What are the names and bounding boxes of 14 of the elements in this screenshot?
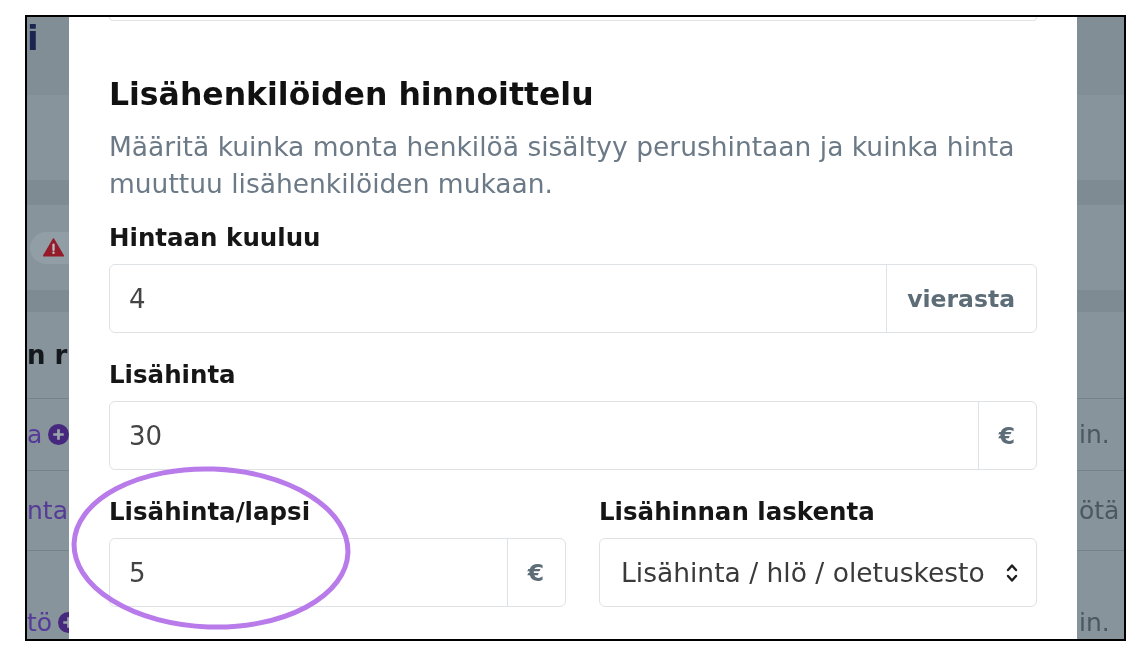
section-heading-fragment: n r bbox=[27, 340, 68, 370]
field-label: Lisähinta bbox=[109, 360, 237, 390]
chevron-up-down-icon bbox=[1006, 561, 1018, 584]
field-label: Lisähinnan laskenta bbox=[599, 497, 876, 527]
dialog-description: Määritä kuinka monta henkilöä sisältyy perushintaan ja kuinka hinta muuttuu lisähenkilöiden mukaan. bbox=[109, 130, 1016, 201]
field-label: Hintaan kuuluu bbox=[109, 223, 322, 253]
field-label: Lisähinta/lapsi bbox=[109, 497, 312, 527]
dropdown-select[interactable]: Lisähinta / hlö / oletuskesto bbox=[599, 538, 1037, 607]
dialog-title: Lisähenkilöiden hinnoittelu bbox=[109, 75, 595, 113]
table-text: in. bbox=[1078, 608, 1110, 638]
warning-icon bbox=[43, 238, 64, 257]
table-text: in. bbox=[1078, 419, 1110, 450]
page-title-fragment: i bbox=[27, 19, 39, 57]
table-text: ötä bbox=[1078, 495, 1120, 526]
